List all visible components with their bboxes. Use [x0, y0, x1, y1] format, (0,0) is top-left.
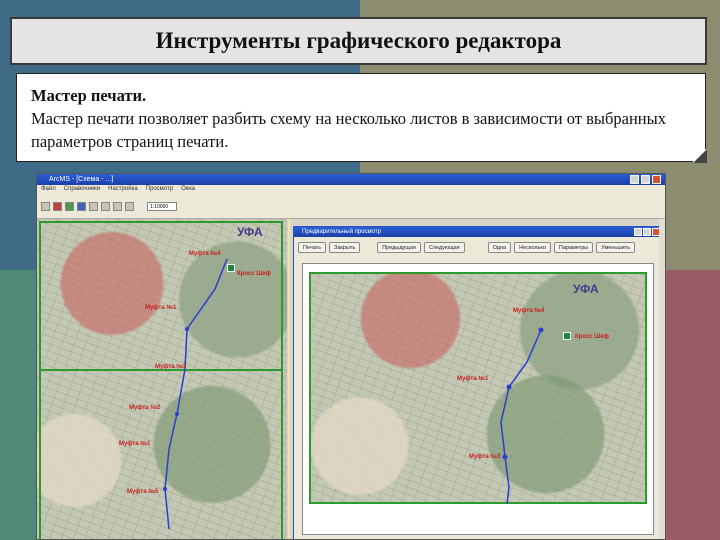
- app-menubar: Файл Справочники Настройка Просмотр Окна: [37, 185, 665, 194]
- shrink-button[interactable]: Уменьшить: [596, 241, 636, 253]
- close-icon[interactable]: [652, 175, 661, 184]
- preview-city-label: УФА: [573, 282, 599, 296]
- app-titlebar: ArcMS - [Схема - ...]: [37, 174, 665, 185]
- map-label-mufta5: Муфта №5: [127, 489, 159, 495]
- description-heading: Мастер печати.: [31, 86, 147, 105]
- app-screenshot: ArcMS - [Схема - ...] Файл Справочники Н…: [36, 173, 666, 540]
- description-box: Мастер печати. Мастер печати позволяет р…: [16, 73, 707, 163]
- preview-node-marker-icon: [563, 332, 571, 340]
- description-body: Мастер печати позволяет разбить схему на…: [31, 109, 666, 151]
- line-tool-icon[interactable]: [77, 201, 86, 211]
- text-tool-icon[interactable]: [89, 201, 98, 211]
- dialog-minimize-icon[interactable]: [634, 228, 642, 236]
- map-label-mufta2: Муфта №2: [129, 405, 161, 411]
- setup-button[interactable]: Параметры: [553, 241, 594, 253]
- grid-tool-icon[interactable]: [65, 201, 74, 211]
- map-label-mufta4: Муфта №4: [189, 251, 221, 257]
- zoom-in-icon[interactable]: [101, 201, 110, 211]
- menu-settings[interactable]: Настройка: [108, 185, 138, 194]
- preview-label-uzel: Кросс Шеф: [575, 334, 609, 340]
- vertical-scrollbar[interactable]: [659, 219, 665, 539]
- preview-label-mufta1: Муфта №1: [457, 376, 489, 382]
- next-page-button[interactable]: Следующая: [423, 241, 465, 253]
- menu-file[interactable]: Файл: [41, 185, 56, 194]
- print-icon[interactable]: [125, 201, 134, 211]
- main-map-view[interactable]: УФА Муфта №4 Кросс Шеф Муфта №1 Муфта №3…: [37, 219, 287, 539]
- menu-windows[interactable]: Окна: [181, 185, 195, 194]
- panel-divider[interactable]: [288, 219, 290, 539]
- map-label-mufta3-left: Муфта №3: [155, 364, 187, 370]
- preview-label-mufta4: Муфта №4: [513, 308, 545, 314]
- menu-view[interactable]: Просмотр: [146, 185, 173, 194]
- map-label-mufta1: Муфта №1: [145, 305, 177, 311]
- map-city-label: УФА: [237, 225, 263, 239]
- page-curl-icon: [693, 149, 707, 163]
- multi-page-button[interactable]: Несколько: [514, 241, 551, 253]
- close-button[interactable]: Закрыть: [329, 241, 361, 253]
- print-button[interactable]: Печать: [298, 241, 327, 253]
- preview-map: УФА Муфта №4 Кросс Шеф Муфта №1 Муфта №3: [309, 272, 647, 504]
- slide-title-box: Инструменты графического редактора: [10, 17, 707, 65]
- node-marker-icon: [227, 264, 235, 272]
- dialog-window-controls: [634, 228, 660, 236]
- preview-label-mufta3: Муфта №3: [469, 454, 501, 460]
- app-toolbar: 1:10000: [37, 194, 665, 219]
- one-page-button[interactable]: Одна: [487, 241, 512, 253]
- map-label-uzel: Кросс Шеф: [237, 271, 271, 277]
- dialog-toolbar: Печать Закрыть Предыдущая Следующая Одна…: [294, 240, 662, 254]
- cable-route-left: [163, 258, 228, 530]
- draw-tool-icon[interactable]: [53, 201, 62, 211]
- cable-route-preview: [500, 327, 544, 504]
- print-preview-dialog: Предварительный просмотр Печать Закрыть …: [293, 226, 663, 539]
- app-title-text: ArcMS - [Схема - ...]: [49, 176, 114, 183]
- minimize-icon[interactable]: [630, 175, 639, 184]
- map-label-mufta1-lower: Муфта №1: [119, 441, 151, 447]
- zoom-select[interactable]: 1:10000: [147, 201, 177, 211]
- dialog-maximize-icon[interactable]: [643, 228, 651, 236]
- zoom-out-icon[interactable]: [113, 201, 122, 211]
- slide-title: Инструменты графического редактора: [155, 28, 562, 53]
- menu-directories[interactable]: Справочники: [64, 185, 100, 194]
- pointer-tool-icon[interactable]: [41, 201, 50, 211]
- prev-page-button[interactable]: Предыдущая: [377, 241, 421, 253]
- maximize-icon[interactable]: [641, 175, 650, 184]
- preview-page: УФА Муфта №4 Кросс Шеф Муфта №1 Муфта №3: [302, 263, 654, 535]
- dialog-title: Предварительный просмотр: [302, 229, 381, 235]
- window-controls: [630, 175, 661, 184]
- dialog-titlebar: Предварительный просмотр: [294, 227, 662, 237]
